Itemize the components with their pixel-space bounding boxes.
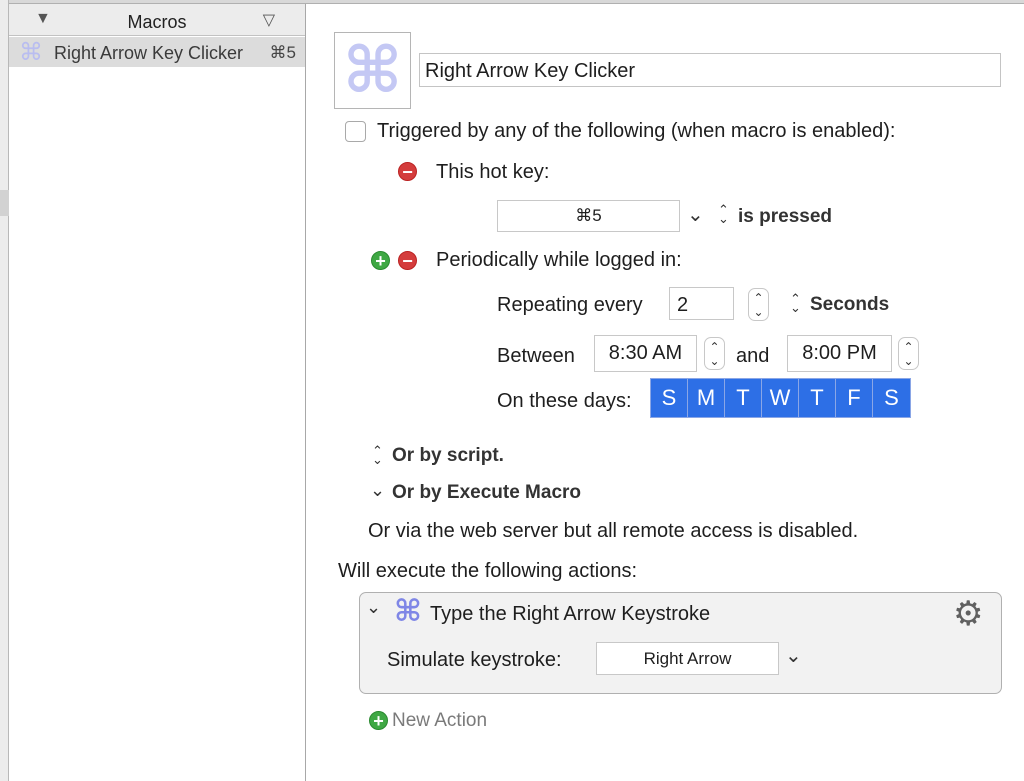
interval-stepper[interactable]: ⌃ ⌄	[748, 288, 769, 321]
day-toggle-wednesday[interactable]: W	[762, 379, 799, 417]
or-by-execute-macro-select[interactable]: Or by Execute Macro	[392, 482, 581, 504]
macro-item-label: Right Arrow Key Clicker	[54, 43, 244, 63]
start-time-field[interactable]: 8:30 AM	[594, 335, 697, 372]
triggers-enabled-label: Triggered by any of the following (when …	[377, 120, 896, 142]
between-label: Between	[497, 345, 575, 367]
day-toggle-thursday[interactable]: T	[799, 379, 836, 417]
day-toggle-friday[interactable]: F	[836, 379, 873, 417]
macro-list-item[interactable]: ⌘ Right Arrow Key Clicker ⌘5	[9, 37, 305, 67]
updown-chevron-icon[interactable]: ⌃ ⌄	[790, 292, 801, 314]
filter-icon[interactable]: ▽	[263, 10, 275, 30]
gear-icon[interactable]: ⚙	[953, 594, 983, 634]
repeat-interval-field[interactable]: 2	[669, 287, 734, 320]
chevron-down-icon[interactable]: ⌄	[370, 480, 385, 501]
command-icon: ⌘	[342, 34, 403, 106]
macro-name-field[interactable]: Right Arrow Key Clicker	[419, 53, 1001, 87]
day-toggle-saturday[interactable]: S	[873, 379, 910, 417]
hotkey-condition-select[interactable]: is pressed	[738, 206, 832, 228]
add-action-icon[interactable]: +	[369, 711, 388, 730]
action-item[interactable]: ⌄ ⌘ Type the Right Arrow Keystroke ⚙ Sim…	[359, 592, 1002, 694]
interval-unit-select[interactable]: Seconds	[810, 294, 889, 316]
or-by-script-select[interactable]: Or by script.	[392, 445, 504, 467]
groups-panel-edge	[0, 0, 9, 781]
hotkey-trigger-label: This hot key:	[436, 161, 550, 183]
updown-chevron-icon[interactable]: ⌃ ⌄	[718, 203, 730, 225]
periodic-trigger-label: Periodically while logged in:	[436, 249, 682, 271]
command-icon: ⌘	[394, 595, 422, 628]
end-time-stepper[interactable]: ⌃ ⌄	[898, 337, 919, 370]
command-icon: ⌘	[19, 39, 43, 66]
new-action-button[interactable]: New Action	[392, 710, 487, 732]
days-label: On these days:	[497, 390, 632, 412]
chevron-down-icon[interactable]: ⌄	[366, 597, 381, 618]
macro-item-hotkey: ⌘5	[269, 43, 296, 62]
groups-panel-selection[interactable]	[0, 190, 9, 216]
macro-editor: ⌘ Right Arrow Key Clicker Triggered by a…	[306, 4, 1024, 781]
macro-icon-well[interactable]: ⌘	[334, 32, 411, 109]
keystroke-field[interactable]: Right Arrow	[596, 642, 779, 675]
triggers-enabled-checkbox[interactable]	[345, 121, 366, 142]
macro-list-header: ▼ Macros ▽	[9, 4, 305, 36]
day-toggle-sunday[interactable]: S	[651, 379, 688, 417]
actions-heading: Will execute the following actions:	[338, 560, 638, 582]
remove-trigger-icon[interactable]: −	[398, 251, 417, 270]
day-toggle-tuesday[interactable]: T	[725, 379, 762, 417]
end-time-field[interactable]: 8:00 PM	[787, 335, 892, 372]
remove-trigger-icon[interactable]: −	[398, 162, 417, 181]
simulate-keystroke-label: Simulate keystroke:	[387, 649, 562, 671]
day-selector: S M T W T F S	[650, 378, 911, 418]
chevron-down-icon[interactable]: ⌄	[687, 202, 704, 227]
add-trigger-icon[interactable]: +	[371, 251, 390, 270]
macro-list-title[interactable]: Macros	[9, 12, 305, 33]
action-title: Type the Right Arrow Keystroke	[430, 603, 711, 625]
start-time-stepper[interactable]: ⌃ ⌄	[704, 337, 725, 370]
day-toggle-monday[interactable]: M	[688, 379, 725, 417]
macro-list-panel: ▼ Macros ▽ ⌘ Right Arrow Key Clicker ⌘5	[9, 4, 306, 781]
web-server-note: Or via the web server but all remote acc…	[368, 520, 859, 542]
updown-chevron-icon[interactable]: ⌃ ⌄	[372, 444, 383, 466]
hotkey-field[interactable]: ⌘5	[497, 200, 680, 232]
chevron-down-icon[interactable]: ⌄	[785, 643, 802, 668]
repeating-label: Repeating every	[497, 294, 643, 316]
and-label: and	[736, 345, 770, 367]
